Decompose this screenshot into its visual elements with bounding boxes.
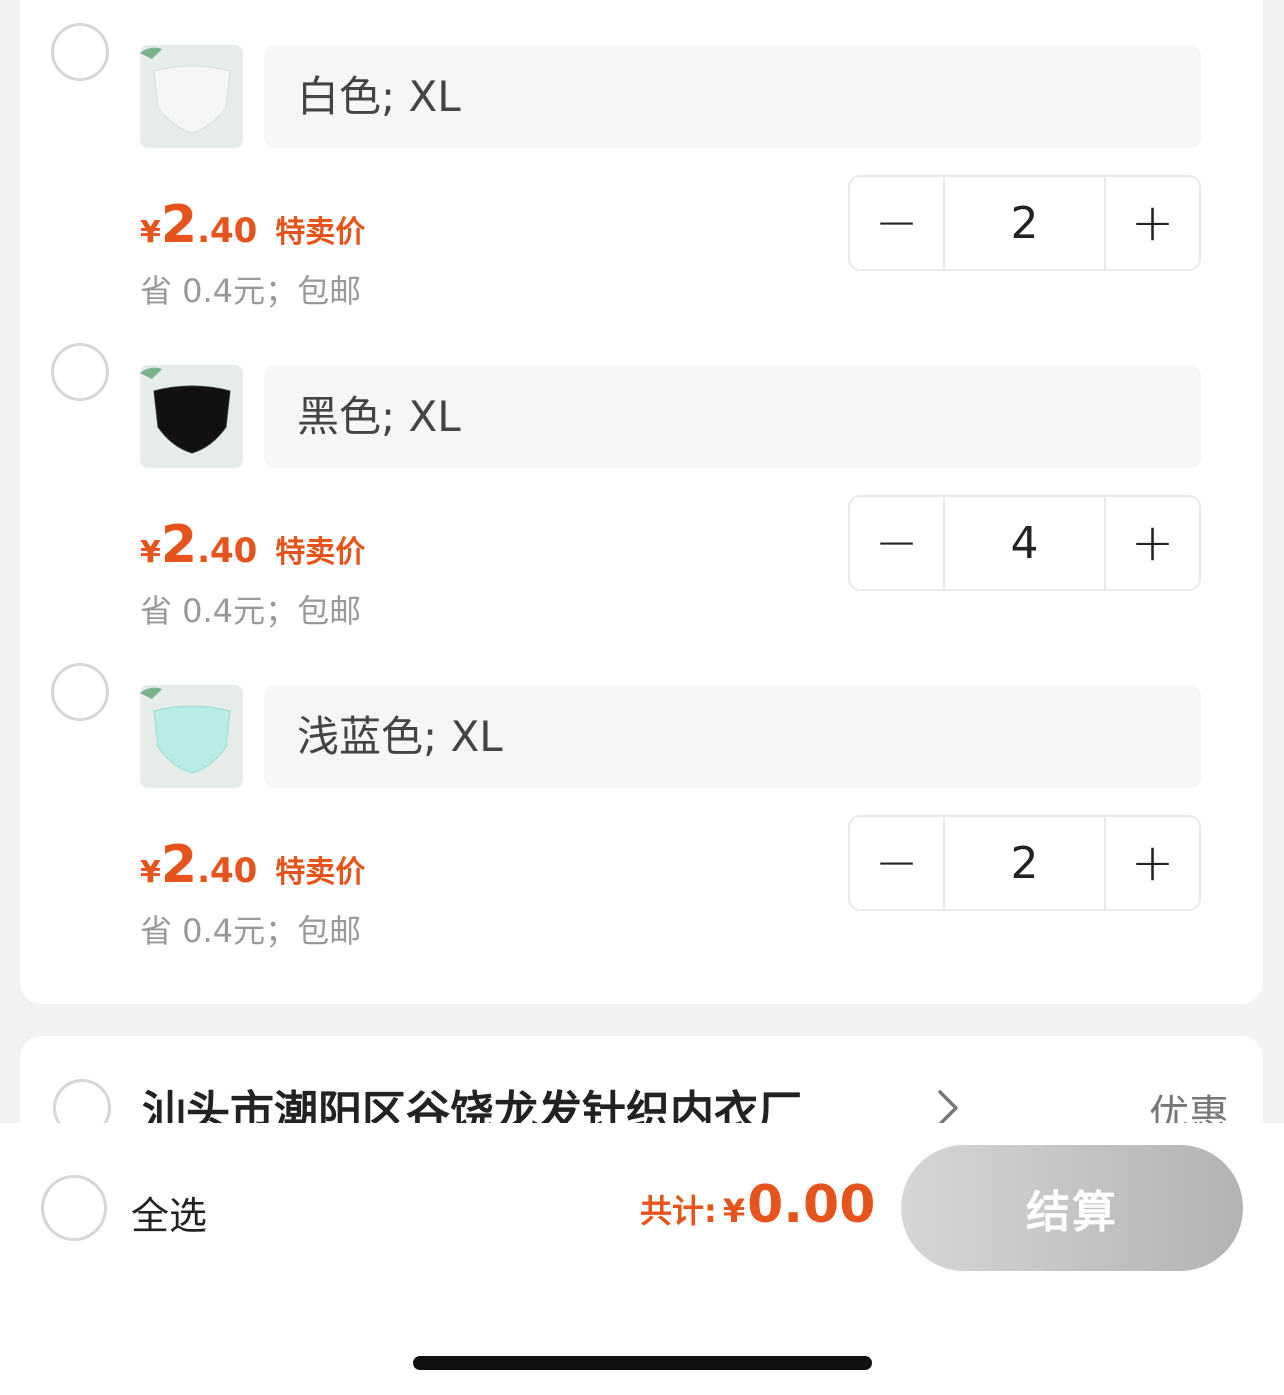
cart-item: 浅蓝色; XL ¥2.40 特卖价 省 0.4元；包邮 − 2 + [20,640,1263,960]
quantity-input[interactable]: 4 [943,497,1106,589]
decrement-button[interactable]: − [850,497,943,589]
sku-option-field[interactable]: 浅蓝色; XL [264,685,1201,788]
cart-items-card: 白色; XL ¥2.40 特卖价 省 0.4元；包邮 − 2 + 黑色; XL ¥… [20,0,1263,1004]
sku-option-field[interactable]: 黑色; XL [264,365,1201,468]
select-all-radio[interactable] [41,1175,107,1241]
price: ¥2.40 特卖价 [140,195,366,255]
product-thumbnail[interactable] [140,685,243,788]
cart-item: 黑色; XL ¥2.40 特卖价 省 0.4元；包邮 − 4 + [20,320,1263,640]
price: ¥2.40 特卖价 [140,515,366,575]
decrement-button[interactable]: − [850,177,943,269]
quantity-stepper: − 4 + [848,495,1201,591]
quantity-input[interactable]: 2 [943,817,1106,909]
product-thumbnail[interactable] [140,365,243,468]
item-select-radio[interactable] [51,663,109,721]
checkout-bar: 全选 共计: ¥ 0.00 结算 [0,1123,1284,1395]
increment-button[interactable]: + [1106,497,1199,589]
increment-button[interactable]: + [1106,817,1199,909]
quantity-stepper: − 2 + [848,815,1201,911]
quantity-stepper: − 2 + [848,175,1201,271]
increment-button[interactable]: + [1106,177,1199,269]
price-tag: 特卖价 [275,855,366,890]
total-price: 共计: ¥ 0.00 [640,1175,876,1235]
product-thumbnail[interactable] [140,45,243,148]
home-indicator[interactable] [413,1356,872,1370]
chevron-right-icon[interactable] [936,1088,960,1128]
total-label: 共计: [640,1192,717,1230]
quantity-input[interactable]: 2 [943,177,1106,269]
item-select-radio[interactable] [51,23,109,81]
sku-option-field[interactable]: 白色; XL [264,45,1201,148]
price-tag: 特卖价 [275,215,366,250]
cart-item: 白色; XL ¥2.40 特卖价 省 0.4元；包邮 − 2 + [20,0,1263,320]
checkout-button[interactable]: 结算 [901,1145,1243,1271]
savings-text: 省 0.4元；包邮 [140,592,362,630]
cart-page: 白色; XL ¥2.40 特卖价 省 0.4元；包邮 − 2 + 黑色; XL ¥… [0,0,1284,1395]
price: ¥2.40 特卖价 [140,835,366,895]
item-select-radio[interactable] [51,343,109,401]
total-amount: 0.00 [747,1175,876,1235]
price-tag: 特卖价 [275,535,366,570]
select-all-label[interactable]: 全选 [131,1185,207,1240]
savings-text: 省 0.4元；包邮 [140,272,362,310]
savings-text: 省 0.4元；包邮 [140,912,362,950]
decrement-button[interactable]: − [850,817,943,909]
